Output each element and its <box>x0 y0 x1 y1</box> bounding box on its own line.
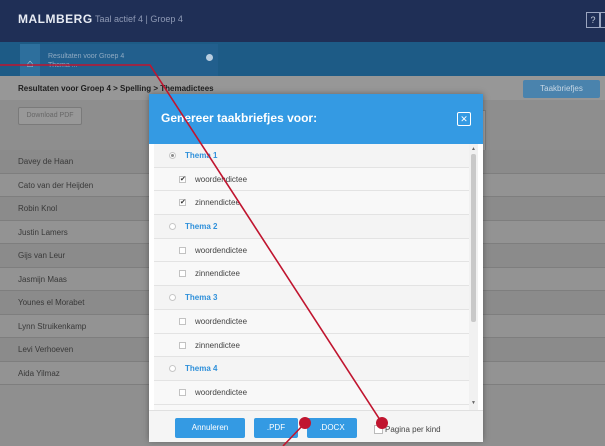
theme-radio[interactable] <box>169 223 176 231</box>
dictee-label: zinnendictee <box>195 198 240 208</box>
theme-row[interactable]: Thema 3 <box>154 286 469 310</box>
top-bar: MALMBERG Taal actief 4 | Groep 4 ? <box>0 0 605 42</box>
dictee-checkbox[interactable] <box>179 341 186 349</box>
theme-label: Thema 3 <box>185 293 218 303</box>
dictee-row[interactable]: zinnendictee <box>154 262 469 287</box>
docx-button[interactable]: .DOCX <box>307 418 357 438</box>
theme-label: Thema 4 <box>185 364 218 374</box>
modal-header: Genereer taakbriefjes voor: ✕ <box>149 94 483 144</box>
tab-label: Resultaten voor Groep 4 Thema ... <box>48 53 125 69</box>
tab-close-icon[interactable] <box>206 54 213 61</box>
dictee-row[interactable]: woordendictee <box>154 309 469 334</box>
generate-modal: Genereer taakbriefjes voor: ✕ Thema 1 ✔ wo… <box>149 94 483 442</box>
dictee-label: zinnendictee <box>195 340 240 350</box>
pdf-button[interactable]: .PDF <box>254 418 298 438</box>
theme-row[interactable]: Thema 2 <box>154 215 469 239</box>
theme-row[interactable]: Thema 4 <box>154 357 469 381</box>
home-icon[interactable]: ⌂ <box>20 44 40 76</box>
theme-radio[interactable] <box>169 365 176 373</box>
theme-radio[interactable] <box>169 294 176 302</box>
scroll-down-icon[interactable]: ▼ <box>471 400 476 406</box>
menu-button[interactable] <box>600 12 605 28</box>
dictee-row[interactable]: zinnendictee <box>154 333 469 358</box>
dictee-checkbox[interactable] <box>179 246 186 254</box>
pagina-per-kind-checkbox[interactable] <box>374 425 383 434</box>
scroll-thumb[interactable] <box>471 154 476 322</box>
scroll-up-icon[interactable]: ▲ <box>471 146 476 152</box>
scrollbar[interactable]: ▲ ▼ <box>469 144 478 410</box>
dictee-checkbox[interactable]: ✔ <box>179 199 186 207</box>
dictee-label: woordendictee <box>195 387 248 397</box>
dictee-checkbox[interactable] <box>179 270 186 278</box>
dictee-row[interactable]: woordendictee <box>154 380 469 405</box>
cancel-button[interactable]: Annuleren <box>175 418 245 438</box>
modal-footer: Annuleren .PDF .DOCX Pagina per kind <box>149 410 483 442</box>
dictee-label: woordendictee <box>195 174 248 184</box>
dictee-row[interactable]: ✔ woordendictee <box>154 167 469 192</box>
dictee-row[interactable]: ✔ zinnendictee <box>154 191 469 216</box>
theme-label: Thema 2 <box>185 222 218 232</box>
dictee-label: woordendictee <box>195 316 248 326</box>
tab-resultaten[interactable]: Resultaten voor Groep 4 Thema ... <box>40 44 218 76</box>
dictee-checkbox[interactable] <box>179 388 186 396</box>
download-pdf-button[interactable]: Download PDF <box>18 107 82 125</box>
modal-title: Genereer taakbriefjes voor: <box>161 111 318 125</box>
pagina-per-kind-label: Pagina per kind <box>385 425 441 434</box>
dictee-checkbox[interactable] <box>179 317 186 325</box>
app-title: Taal actief 4 | Groep 4 <box>95 14 183 24</box>
theme-radio[interactable] <box>169 152 176 159</box>
theme-list: Thema 1 ✔ woordendictee ✔ zinnendictee Thema … <box>154 144 469 410</box>
dictee-checkbox[interactable]: ✔ <box>179 175 186 183</box>
dictee-label: zinnendictee <box>195 269 240 279</box>
close-icon[interactable]: ✕ <box>457 112 471 126</box>
malmberg-logo: MALMBERG <box>18 12 93 26</box>
taakbriefjes-button[interactable]: Taakbriefjes <box>523 80 600 98</box>
theme-label: Thema 1 <box>185 151 218 160</box>
theme-row[interactable]: Thema 1 <box>154 144 469 168</box>
dictee-row[interactable]: woordendictee <box>154 238 469 263</box>
dictee-label: woordendictee <box>195 245 248 255</box>
help-button[interactable]: ? <box>586 12 600 28</box>
breadcrumb: Resultaten voor Groep 4 > Spelling > The… <box>18 84 214 93</box>
